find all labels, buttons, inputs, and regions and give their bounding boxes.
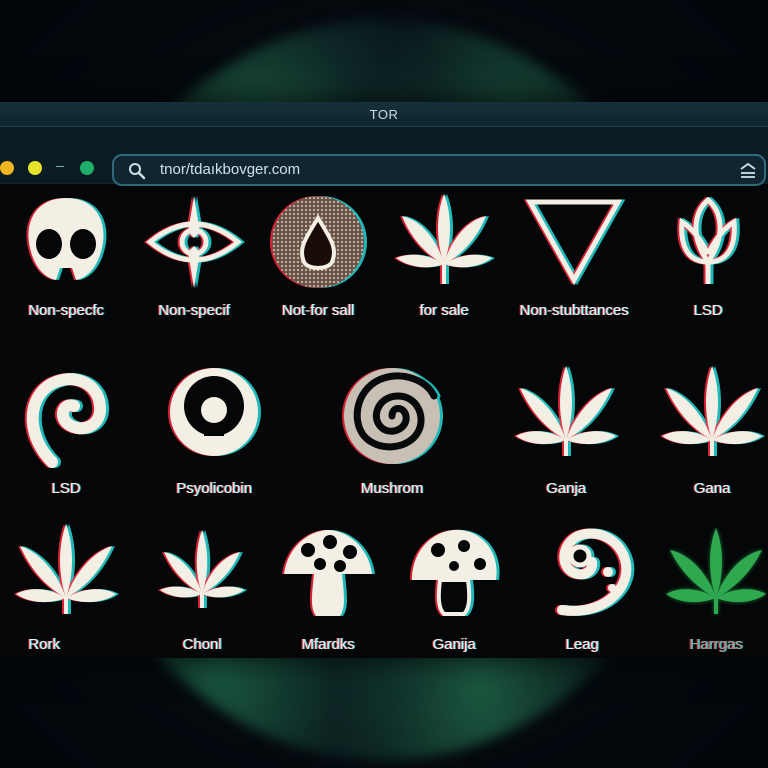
grid-item[interactable]: Mfardks xyxy=(264,524,392,684)
grid-item[interactable]: Non-specfc xyxy=(2,192,130,352)
grid-item[interactable]: for sale xyxy=(380,192,508,352)
grid-item[interactable]: Ganija xyxy=(390,524,518,684)
grid-item[interactable]: Ganja xyxy=(502,366,630,526)
swirl-moon-icon xyxy=(532,524,632,624)
leaf-green-icon xyxy=(666,524,766,624)
item-label: LSD xyxy=(51,480,81,497)
grid-item[interactable]: Psyolicobin xyxy=(150,366,278,526)
grid-item[interactable]: Not-for sall xyxy=(254,192,382,352)
mushroom-spotted-icon xyxy=(404,524,504,624)
item-label: Ganja xyxy=(545,480,587,497)
triangle-icon xyxy=(524,192,624,292)
circle-keyhole-icon xyxy=(164,366,264,466)
item-label: for sale xyxy=(419,302,469,319)
grid-item[interactable]: Rork xyxy=(2,524,130,684)
leaf-icon xyxy=(152,524,252,624)
tulip-icon xyxy=(658,192,758,292)
grid-item[interactable]: Non-specif xyxy=(130,192,258,352)
toolbar: – tnor/tdaıkbovger.com xyxy=(0,127,768,186)
grid-item[interactable]: Non-stubttances xyxy=(510,192,638,352)
scene: TOR – tnor/tdaıkbovger.com Non-specfc No… xyxy=(0,0,768,768)
window-zoom-dot[interactable] xyxy=(80,161,94,175)
leaf-icon xyxy=(394,192,494,292)
item-label: Harrgas xyxy=(689,636,743,653)
grid-item[interactable]: Leag xyxy=(518,524,646,684)
grid-item[interactable]: Harrgas xyxy=(652,524,768,684)
eye-icon xyxy=(144,192,244,292)
listing-grid: Non-specfc Non-specif Not-for sall for s… xyxy=(0,184,768,658)
item-label: Non-stubttances xyxy=(519,302,629,319)
browser-window: TOR – tnor/tdaıkbovger.com Non-specfc No… xyxy=(0,102,768,658)
leaf-icon xyxy=(516,366,616,466)
grid-item[interactable]: Mushrom xyxy=(328,366,456,526)
leaf-icon xyxy=(662,366,762,466)
item-label: Mfardks xyxy=(301,636,355,653)
item-label: Not-for sall xyxy=(281,302,355,319)
address-bar[interactable]: tnor/tdaıkbovger.com xyxy=(112,154,766,186)
drop-circle-icon xyxy=(268,192,368,292)
item-label: Non-specif xyxy=(158,302,230,319)
address-text: tnor/tdaıkbovger.com xyxy=(160,161,301,178)
toolbar-dash: – xyxy=(56,157,64,173)
item-label: Non-specfc xyxy=(28,302,104,319)
title-bar: TOR xyxy=(0,102,768,127)
item-label: Leag xyxy=(565,636,599,653)
spiral-hook-icon xyxy=(16,366,116,468)
mushroom-icon xyxy=(278,524,378,624)
grid-item[interactable]: LSD xyxy=(2,366,130,526)
search-icon xyxy=(128,162,146,185)
window-minimize-dot[interactable] xyxy=(28,161,42,175)
grid-item[interactable]: Gana xyxy=(648,366,768,526)
grid-item[interactable]: LSD xyxy=(644,192,768,352)
item-label: Chonl xyxy=(182,636,222,653)
item-label: LSD xyxy=(693,302,723,319)
item-label: Mushrom xyxy=(360,480,424,497)
window-title: TOR xyxy=(369,106,399,122)
window-close-dot[interactable] xyxy=(0,161,14,175)
leaf-icon xyxy=(16,524,116,624)
skull-icon xyxy=(16,192,116,292)
item-label: Psyolicobin xyxy=(176,480,252,497)
item-label: Ganija xyxy=(432,636,476,653)
vortex-icon xyxy=(342,366,442,466)
grid-item[interactable]: Chonl xyxy=(138,524,266,684)
menu-icon[interactable] xyxy=(738,161,758,184)
item-label: Rork xyxy=(28,636,60,653)
item-label: Gana xyxy=(693,480,731,497)
